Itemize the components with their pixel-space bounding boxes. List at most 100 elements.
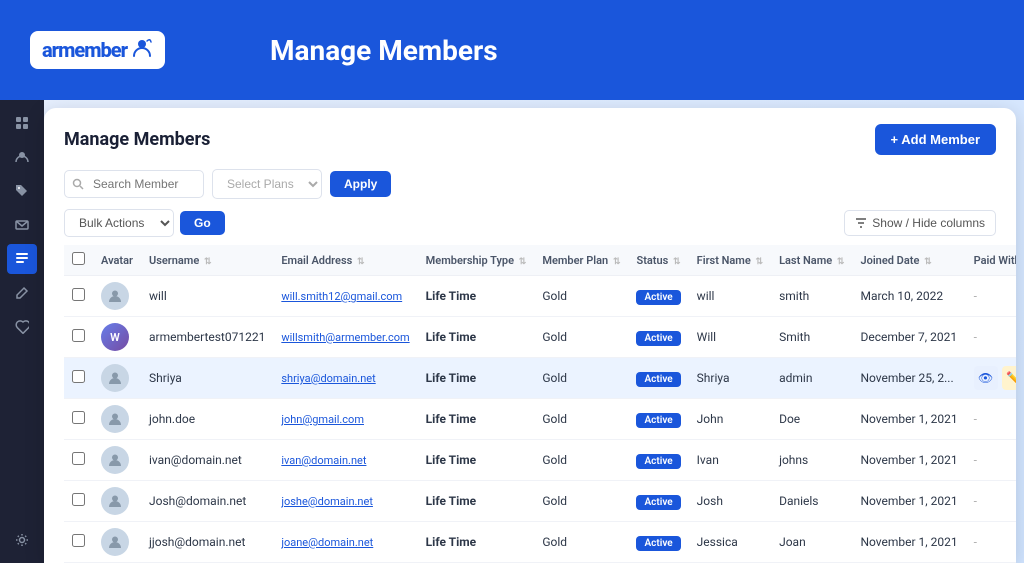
email-cell[interactable]: john@gmail.com xyxy=(273,399,417,440)
email-cell[interactable]: will.smith12@gmail.com xyxy=(273,276,417,317)
avatar-cell xyxy=(93,481,141,522)
paid-with-cell: - xyxy=(966,481,1016,522)
sidebar-icon-tag[interactable] xyxy=(7,176,37,206)
username-cell: ivan@domain.net xyxy=(141,440,273,481)
row-checkbox[interactable] xyxy=(72,493,85,506)
email-link[interactable]: ivan@domain.net xyxy=(281,454,366,467)
table-header: Avatar Username ⇅ Email Address ⇅ Member… xyxy=(64,245,1016,276)
sidebar-icon-grid[interactable] xyxy=(7,108,37,138)
paid-with-dash: - xyxy=(974,289,977,303)
email-cell[interactable]: willsmith@armember.com xyxy=(273,317,417,358)
view-button[interactable]: 👁 xyxy=(974,366,998,390)
table-row: Josh@domain.netjoshe@domain.netLife Time… xyxy=(64,481,1016,522)
membership-type-cell: Life Time xyxy=(418,358,535,399)
th-membership-type: Membership Type ⇅ xyxy=(418,245,535,276)
table-row: ivan@domain.netivan@domain.netLife TimeG… xyxy=(64,440,1016,481)
joined-date-cell: November 1, 2021 xyxy=(852,399,965,440)
sidebar xyxy=(0,100,44,563)
logo-area: armember xyxy=(30,31,210,69)
sidebar-icon-members[interactable] xyxy=(7,244,37,274)
avatar-cell xyxy=(93,440,141,481)
row-checkbox[interactable] xyxy=(72,534,85,547)
first-name-cell: Ivan xyxy=(689,440,771,481)
th-paid-with: Paid With ⇅ xyxy=(966,245,1016,276)
username-cell: will xyxy=(141,276,273,317)
show-hide-button[interactable]: Show / Hide columns xyxy=(844,210,996,236)
search-input-wrap xyxy=(64,170,204,198)
paid-with-cell: - xyxy=(966,399,1016,440)
email-link[interactable]: will.smith12@gmail.com xyxy=(281,290,402,303)
paid-with-cell: 👁✏️👤🔑🗑 xyxy=(966,358,1016,399)
joined-date-cell: November 1, 2021 xyxy=(852,481,965,522)
first-name-cell: will xyxy=(689,276,771,317)
avatar-cell xyxy=(93,522,141,563)
select-all-checkbox[interactable] xyxy=(72,252,85,265)
status-badge: Active xyxy=(636,372,680,387)
th-email: Email Address ⇅ xyxy=(273,245,417,276)
status-cell: Active xyxy=(628,317,688,358)
joined-date-cell: November 1, 2021 xyxy=(852,522,965,563)
panel-header: Manage Members + Add Member xyxy=(64,124,996,155)
paid-with-dash: - xyxy=(974,535,977,549)
username-cell: Shriya xyxy=(141,358,273,399)
edit-button[interactable]: ✏️ xyxy=(1002,366,1016,390)
email-link[interactable]: joshe@domain.net xyxy=(281,495,373,508)
email-link[interactable]: shriya@domain.net xyxy=(281,372,375,385)
email-cell[interactable]: ivan@domain.net xyxy=(273,440,417,481)
sidebar-icon-cog[interactable] xyxy=(7,525,37,555)
sidebar-icon-envelope[interactable] xyxy=(7,210,37,240)
show-hide-label: Show / Hide columns xyxy=(872,216,985,230)
last-name-cell: admin xyxy=(771,358,852,399)
email-link[interactable]: john@gmail.com xyxy=(281,413,364,426)
main-area: Manage Members + Add Member Select Plans… xyxy=(0,100,1024,563)
row-checkbox-cell xyxy=(64,481,93,522)
sidebar-icon-tools[interactable] xyxy=(7,312,37,342)
bulk-actions-select[interactable]: Bulk Actions xyxy=(64,209,174,237)
email-link[interactable]: joane@domain.net xyxy=(281,536,373,549)
sidebar-icon-user[interactable] xyxy=(7,142,37,172)
row-checkbox-cell xyxy=(64,358,93,399)
go-button[interactable]: Go xyxy=(180,211,225,235)
member-plan-cell: Gold xyxy=(534,358,628,399)
last-name-cell: smith xyxy=(771,276,852,317)
username-cell: armembertest071221 xyxy=(141,317,273,358)
status-cell: Active xyxy=(628,399,688,440)
last-name-cell: Daniels xyxy=(771,481,852,522)
status-badge: Active xyxy=(636,413,680,428)
member-plan-cell: Gold xyxy=(534,522,628,563)
row-checkbox[interactable] xyxy=(72,329,85,342)
status-badge: Active xyxy=(636,331,680,346)
email-cell[interactable]: joshe@domain.net xyxy=(273,481,417,522)
row-checkbox-cell xyxy=(64,276,93,317)
first-name-cell: Shriya xyxy=(689,358,771,399)
status-cell: Active xyxy=(628,481,688,522)
membership-type-cell: Life Time xyxy=(418,399,535,440)
table-row: Shriya shriya@domain.net Life TimeGold Acti… xyxy=(64,358,1016,399)
apply-button[interactable]: Apply xyxy=(330,171,391,197)
row-checkbox[interactable] xyxy=(72,411,85,424)
paid-with-cell: - xyxy=(966,522,1016,563)
bulk-bar: Bulk Actions Go Show / Hide columns xyxy=(64,209,996,237)
row-checkbox[interactable] xyxy=(72,452,85,465)
row-checkbox-cell xyxy=(64,522,93,563)
username-cell: john.doe xyxy=(141,399,273,440)
paid-with-dash: - xyxy=(974,453,977,467)
email-link[interactable]: willsmith@armember.com xyxy=(281,331,409,344)
add-member-button[interactable]: + Add Member xyxy=(875,124,996,155)
email-cell[interactable]: joane@domain.net xyxy=(273,522,417,563)
member-plan-cell: Gold xyxy=(534,399,628,440)
joined-date-cell: March 10, 2022 xyxy=(852,276,965,317)
row-checkbox[interactable] xyxy=(72,370,85,383)
paid-with-dash: - xyxy=(974,494,977,508)
th-username: Username ⇅ xyxy=(141,245,273,276)
row-checkbox[interactable] xyxy=(72,288,85,301)
email-cell[interactable]: shriya@domain.net xyxy=(273,358,417,399)
plans-select[interactable]: Select Plans xyxy=(212,169,322,199)
membership-type-cell: Life Time xyxy=(418,440,535,481)
row-checkbox-cell xyxy=(64,440,93,481)
avatar-cell xyxy=(93,276,141,317)
paid-with-dash: - xyxy=(974,330,977,344)
sidebar-icon-pencil[interactable] xyxy=(7,278,37,308)
bulk-left: Bulk Actions Go xyxy=(64,209,225,237)
search-input[interactable] xyxy=(64,170,204,198)
